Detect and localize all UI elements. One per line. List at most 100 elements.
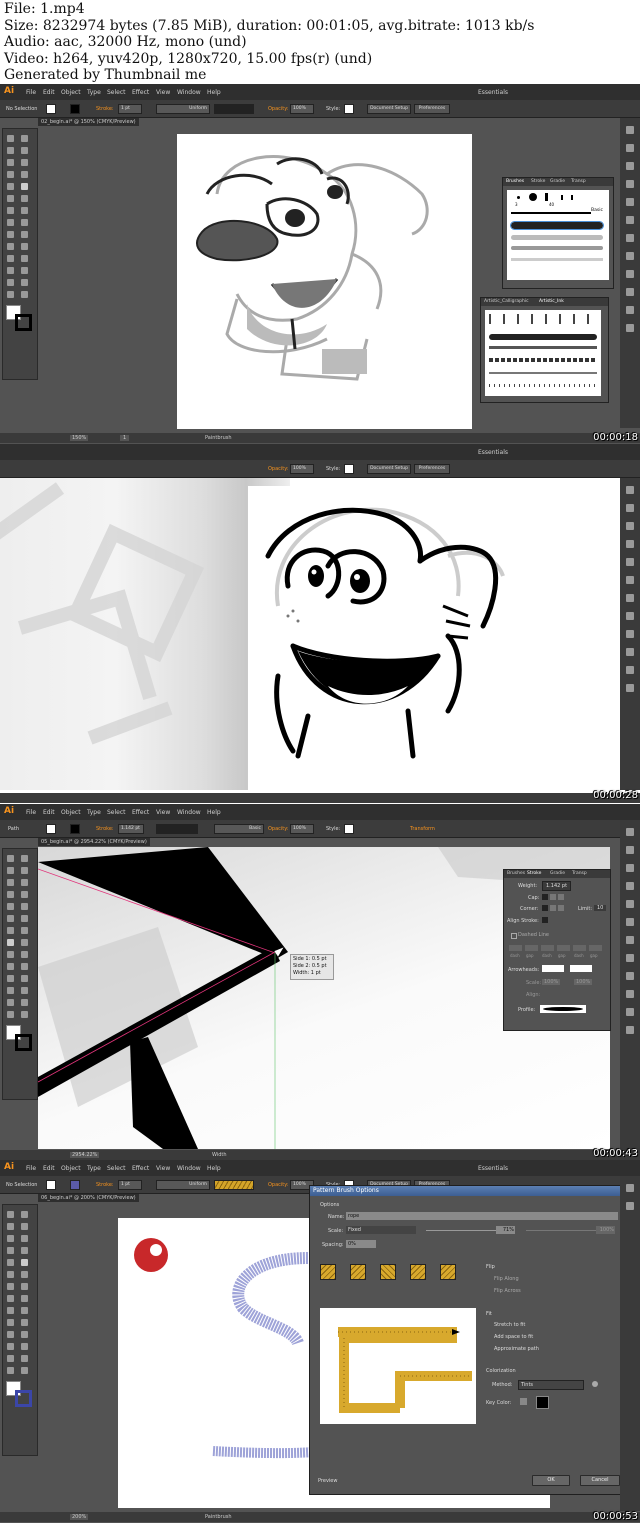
tab-brushes[interactable]: Brushes xyxy=(506,179,524,184)
tab-stroke[interactable]: Stroke xyxy=(531,179,545,184)
transparency-icon[interactable] xyxy=(626,612,634,620)
stroke-icon[interactable] xyxy=(626,918,634,926)
color-guide-icon[interactable] xyxy=(626,144,634,152)
gap-field-2[interactable] xyxy=(557,945,570,951)
perspective-grid-tool-icon[interactable] xyxy=(21,1307,28,1314)
brush-stroke-3[interactable] xyxy=(511,235,603,240)
fit-approximate-radio[interactable]: Approximate path xyxy=(494,1346,539,1352)
artboard-tool-icon[interactable] xyxy=(7,1355,14,1362)
stroke-icon[interactable] xyxy=(626,576,634,584)
blend-tool-icon[interactable] xyxy=(21,1331,28,1338)
scale-value-field[interactable]: 71% xyxy=(496,1226,515,1234)
artboard-number[interactable]: 1 xyxy=(120,435,130,441)
graphic-style-swatch[interactable] xyxy=(344,104,354,114)
slice-tool-icon[interactable] xyxy=(21,999,28,1006)
magic-wand-tool-icon[interactable] xyxy=(7,147,14,154)
selection-tool-icon[interactable] xyxy=(7,135,14,142)
scale-tool-icon[interactable] xyxy=(21,207,28,214)
slice-tool-icon[interactable] xyxy=(21,1355,28,1362)
brush-selected-stroke[interactable] xyxy=(510,221,604,230)
symbol-sprayer-tool-icon[interactable] xyxy=(7,1343,14,1350)
ink-stroke-4[interactable] xyxy=(489,372,597,374)
pen-tool-icon[interactable] xyxy=(7,1235,14,1242)
round-join-icon[interactable] xyxy=(550,905,556,911)
fill-swatch[interactable] xyxy=(46,1180,56,1190)
pen-tool-icon[interactable] xyxy=(7,879,14,886)
zoom-tool-icon[interactable] xyxy=(21,1367,28,1374)
eyedropper-icon[interactable] xyxy=(520,1398,527,1405)
menu-edit[interactable]: Edit xyxy=(43,89,55,96)
dash-field-1[interactable] xyxy=(509,945,522,951)
mesh-tool-icon[interactable] xyxy=(7,1319,14,1326)
menu-file[interactable]: File xyxy=(26,1165,36,1172)
width-tool-icon[interactable] xyxy=(7,219,14,226)
transparency-icon[interactable] xyxy=(626,954,634,962)
symbols-icon[interactable] xyxy=(626,198,634,206)
layers-icon[interactable] xyxy=(626,1008,634,1016)
perspective-grid-tool-icon[interactable] xyxy=(21,231,28,238)
direct-selection-tool-icon[interactable] xyxy=(21,1211,28,1218)
workspace-switcher[interactable]: Essentials xyxy=(478,449,508,456)
stroke-color-icon[interactable] xyxy=(15,314,32,331)
butt-cap-icon[interactable] xyxy=(542,894,548,900)
ink-stroke-2[interactable] xyxy=(489,346,597,349)
name-input[interactable]: rope xyxy=(346,1212,618,1220)
align-center-icon[interactable] xyxy=(542,917,548,923)
slice-tool-icon[interactable] xyxy=(21,279,28,286)
artboard-tool-icon[interactable] xyxy=(7,999,14,1006)
selection-tool-icon[interactable] xyxy=(7,1211,14,1218)
free-transform-tool-icon[interactable] xyxy=(21,219,28,226)
hand-tool-icon[interactable] xyxy=(7,1367,14,1374)
appearance-icon[interactable] xyxy=(626,270,634,278)
start-arrowhead-select[interactable] xyxy=(542,965,564,972)
lasso-tool-icon[interactable] xyxy=(21,147,28,154)
transform-link[interactable]: Transform xyxy=(410,826,435,832)
appearance-icon[interactable] xyxy=(626,630,634,638)
appearance-icon[interactable] xyxy=(626,972,634,980)
brush-definition[interactable]: Basic xyxy=(214,824,264,834)
eyedropper-tool-icon[interactable] xyxy=(7,975,14,982)
ink-splatter-row[interactable] xyxy=(489,314,589,324)
end-scale-field[interactable]: 100% xyxy=(574,979,593,985)
selection-tool-icon[interactable] xyxy=(7,855,14,862)
opacity-label[interactable]: Opacity: xyxy=(268,826,289,832)
menu-help[interactable]: Help xyxy=(207,1165,221,1172)
stroke-icon[interactable] xyxy=(626,216,634,224)
rotate-tool-icon[interactable] xyxy=(7,1283,14,1290)
symbol-sprayer-tool-icon[interactable] xyxy=(7,267,14,274)
brush-thin-icon[interactable] xyxy=(561,195,563,200)
eraser-tool-icon[interactable] xyxy=(21,195,28,202)
color-guide-icon[interactable] xyxy=(626,1202,634,1210)
round-cap-icon[interactable] xyxy=(550,894,556,900)
cancel-button[interactable]: Cancel xyxy=(580,1475,620,1486)
curvature-tool-icon[interactable] xyxy=(21,1235,28,1242)
scale-tool-icon[interactable] xyxy=(21,1283,28,1290)
swatches-icon[interactable] xyxy=(626,864,634,872)
artboards-icon[interactable] xyxy=(626,684,634,692)
zoom-field[interactable]: 150% xyxy=(70,435,89,441)
rope-brush-definition[interactable] xyxy=(214,1180,254,1190)
eyedropper-tool-icon[interactable] xyxy=(7,1331,14,1338)
brushes-icon[interactable] xyxy=(626,882,634,890)
shape-builder-tool-icon[interactable] xyxy=(7,1307,14,1314)
key-color-swatch[interactable] xyxy=(536,1396,549,1409)
transparency-icon[interactable] xyxy=(626,252,634,260)
workspace-switcher[interactable]: Essentials xyxy=(478,1165,508,1172)
document-tab[interactable]: 02_begin.ai* @ 150% (CMYK/Preview) xyxy=(38,118,139,126)
rotate-tool-icon[interactable] xyxy=(7,207,14,214)
swatches-icon[interactable] xyxy=(626,522,634,530)
rectangle-tool-icon[interactable] xyxy=(7,183,14,190)
opacity-label[interactable]: Opacity: xyxy=(268,106,289,112)
scale-slider-track-2[interactable] xyxy=(526,1230,596,1231)
menu-type[interactable]: Type xyxy=(87,1165,101,1172)
menu-effect[interactable]: Effect xyxy=(132,1165,149,1172)
menu-help[interactable]: Help xyxy=(207,809,221,816)
preferences-button[interactable]: Preferences xyxy=(414,464,450,474)
eraser-tool-icon[interactable] xyxy=(21,1271,28,1278)
type-tool-icon[interactable] xyxy=(7,891,14,898)
color-guide-icon[interactable] xyxy=(626,846,634,854)
brushes-icon[interactable] xyxy=(626,540,634,548)
side-tile-button[interactable] xyxy=(320,1264,336,1280)
stroke-label[interactable]: Stroke: xyxy=(96,1182,114,1188)
method-select[interactable]: Tints xyxy=(518,1380,584,1390)
